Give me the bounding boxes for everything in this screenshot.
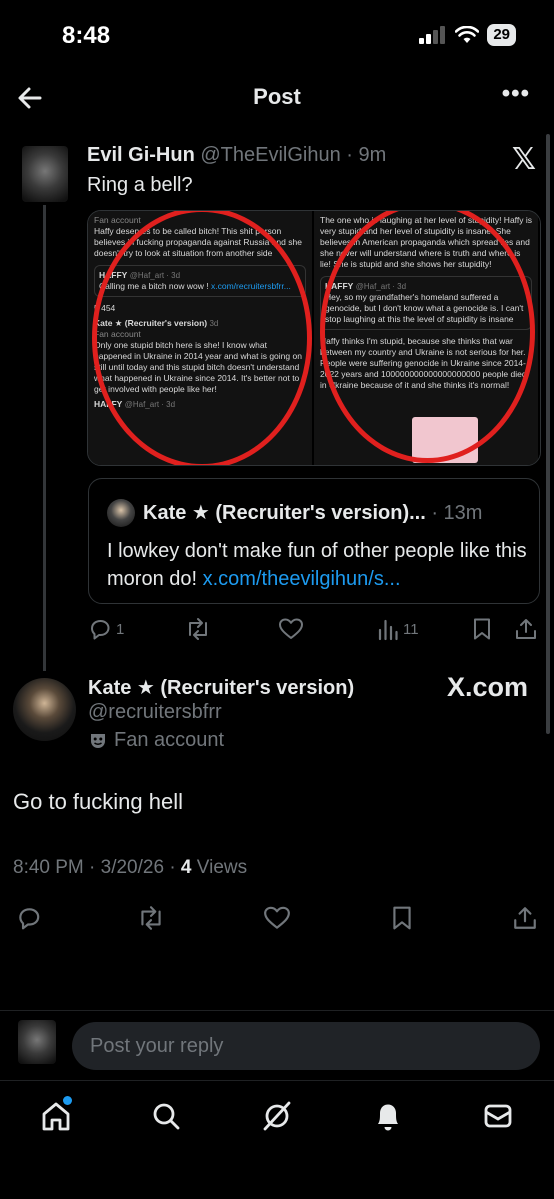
bookmark-icon — [474, 618, 490, 640]
nav-home[interactable] — [34, 1094, 78, 1138]
status-bar: 8:48 29 — [0, 0, 554, 72]
post-meta: 8:40 PM · 3/20/26 · 4 Views — [13, 857, 247, 879]
fan-account-badge: Fan account — [88, 729, 224, 752]
reply-icon — [19, 908, 40, 930]
quoted-post-header: Kate ★ (Recruiter's version)... · 13m — [143, 500, 482, 525]
thread-connector-line — [43, 205, 46, 671]
theater-mask-icon — [91, 733, 105, 748]
author-name[interactable]: Kate ★ (Recruiter's version) — [88, 675, 354, 700]
battery-indicator: 29 — [487, 24, 516, 46]
views-count: 4 — [180, 857, 192, 878]
cellular-signal-icon — [419, 26, 446, 44]
divider — [0, 1080, 554, 1081]
quoted-author-name: Kate ★ (Recruiter's version)... — [143, 502, 426, 524]
post-text: Go to fucking hell — [13, 789, 183, 814]
grok-icon — [263, 1101, 291, 1131]
reply-icon — [91, 620, 110, 640]
nav-messages[interactable] — [476, 1094, 520, 1138]
separator: · — [346, 144, 353, 166]
repost-button[interactable] — [184, 617, 212, 641]
parent-post-header: Evil Gi-Hun @TheEvilGihun · 9m — [87, 144, 386, 167]
media-right-screenshot: The one who is laughing at her level of … — [314, 211, 540, 465]
quoted-post-time: · 13m — [431, 502, 483, 524]
avatar[interactable] — [22, 146, 68, 202]
repost-icon — [189, 618, 207, 640]
top-header: Post ••• — [0, 76, 554, 122]
source-text: X.com — [446, 672, 528, 702]
share-icon — [516, 619, 536, 639]
analytics-icon — [378, 619, 398, 641]
scrollbar[interactable] — [546, 134, 550, 734]
nav-notifications[interactable] — [366, 1094, 410, 1138]
fan-account-label: Fan account — [114, 729, 225, 751]
quoted-post-text: I lowkey don't make fun of other people … — [107, 537, 527, 593]
heart-icon — [279, 618, 303, 639]
repost-icon — [141, 906, 161, 930]
wifi-icon — [455, 26, 480, 43]
views-count: 11 — [403, 620, 419, 638]
avatar[interactable] — [13, 678, 76, 741]
quoted-link[interactable]: x.com/theevilgihun/s... — [203, 568, 401, 590]
status-time: 8:48 — [62, 22, 111, 49]
author-name[interactable]: Evil Gi-Hun — [87, 144, 195, 166]
more-options-icon[interactable]: ••• — [502, 80, 530, 108]
post-time: 9m — [358, 144, 387, 166]
reply-input[interactable] — [72, 1022, 540, 1070]
share-button[interactable] — [514, 617, 538, 641]
reply-button[interactable]: 1 — [88, 617, 124, 641]
author-handle[interactable]: @recruitersbfrr — [88, 701, 222, 724]
share-button[interactable] — [512, 905, 538, 931]
author-handle[interactable]: @TheEvilGihun — [200, 144, 340, 166]
source-label: X.com — [447, 672, 528, 703]
bell-icon — [378, 1104, 398, 1131]
bookmark-icon — [393, 906, 411, 930]
reply-count: 1 — [116, 620, 125, 638]
mail-icon — [484, 1104, 512, 1128]
heart-icon — [264, 906, 290, 929]
repost-button[interactable] — [136, 905, 166, 931]
avatar — [18, 1020, 56, 1064]
views-button[interactable]: 11 — [377, 617, 419, 641]
bookmark-button[interactable] — [471, 617, 493, 641]
status-icons: 29 — [419, 24, 516, 46]
nav-search[interactable] — [144, 1094, 188, 1138]
nav-grok[interactable] — [255, 1094, 299, 1138]
red-scribble-oval — [320, 211, 536, 463]
post-media-image[interactable]: Fan account Haffy deserves to be called … — [87, 210, 541, 466]
views-label: Views — [191, 857, 248, 878]
author-name-text: Kate ★ (Recruiter's version) — [88, 677, 355, 699]
post-text: Ring a bell? — [87, 174, 193, 196]
media-left-screenshot: Fan account Haffy deserves to be called … — [88, 211, 314, 465]
red-scribble-oval — [92, 211, 312, 465]
share-icon — [514, 907, 536, 929]
like-button[interactable] — [263, 905, 291, 931]
post-timestamp: 8:40 PM · 3/20/26 · — [13, 857, 181, 878]
quoted-post-card[interactable]: Kate ★ (Recruiter's version)... · 13m I … — [88, 478, 540, 604]
search-icon — [153, 1103, 180, 1130]
x-logo-icon: 𝕏 — [511, 143, 536, 176]
avatar — [107, 499, 135, 527]
divider — [0, 1010, 554, 1011]
bookmark-button[interactable] — [390, 905, 414, 931]
page-title: Post — [253, 84, 301, 109]
reply-button[interactable] — [16, 905, 42, 931]
notification-dot — [63, 1096, 72, 1105]
like-button[interactable] — [278, 617, 304, 641]
